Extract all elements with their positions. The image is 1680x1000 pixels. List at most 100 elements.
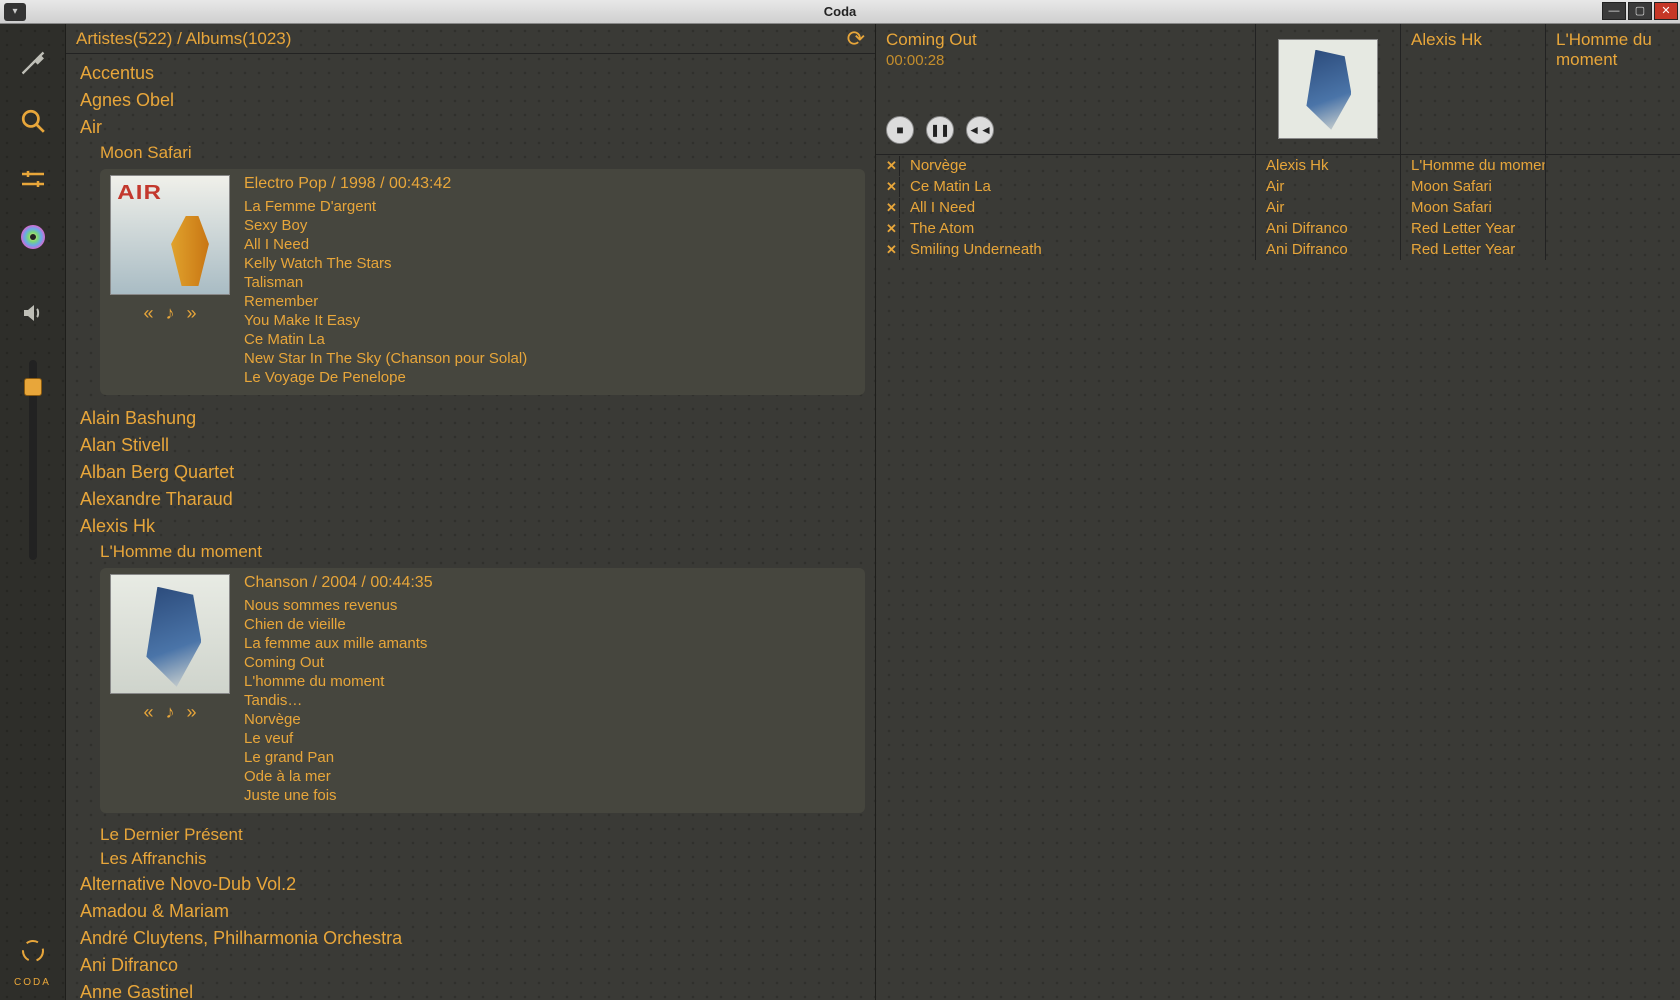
library-breadcrumb[interactable]: Artistes(522) / Albums(1023) xyxy=(76,29,291,49)
queue-remove-icon[interactable]: ✕ xyxy=(876,219,900,239)
queue-title: All I Need xyxy=(900,197,1256,218)
prev-icon[interactable]: « xyxy=(143,303,153,324)
queue-row[interactable]: ✕Ce Matin LaAirMoon Safari xyxy=(876,176,1680,197)
now-playing-title: Coming Out xyxy=(886,30,1245,50)
search-icon[interactable] xyxy=(16,104,50,138)
artist-row[interactable]: Alban Berg Quartet xyxy=(72,459,875,486)
artist-row[interactable]: Alternative Novo-Dub Vol.2 xyxy=(72,871,875,898)
minimize-button[interactable]: — xyxy=(1602,2,1626,20)
album-meta: Chanson / 2004 / 00:44:35 xyxy=(244,574,855,592)
equalizer-icon[interactable] xyxy=(16,162,50,196)
player-pane: Coming Out 00:00:28 ■ ❚❚ ◄◄ Alexis Hk L'… xyxy=(876,24,1680,1000)
album-card: « ♪ » Chanson / 2004 / 00:44:35 Nous sommes … xyxy=(100,568,865,813)
track-row[interactable]: Norvège xyxy=(244,710,855,729)
queue-title: Ce Matin La xyxy=(900,176,1256,197)
artist-row[interactable]: Alan Stivell xyxy=(72,432,875,459)
track-row[interactable]: Sexy Boy xyxy=(244,216,855,235)
track-row[interactable]: La femme aux mille amants xyxy=(244,634,855,653)
play-icon[interactable]: ♪ xyxy=(166,303,175,324)
track-row[interactable]: Remember xyxy=(244,292,855,311)
queue-artist: Ani Difranco xyxy=(1256,218,1401,239)
artist-row[interactable]: André Cluytens, Philharmonia Orchestra xyxy=(72,925,875,952)
track-row[interactable]: Juste une fois xyxy=(244,786,855,805)
play-icon[interactable]: ♪ xyxy=(166,702,175,723)
artist-row[interactable]: Agnes Obel xyxy=(72,87,875,114)
track-row[interactable]: Talisman xyxy=(244,273,855,292)
album-title[interactable]: Moon Safari xyxy=(72,141,875,165)
settings-icon[interactable] xyxy=(16,46,50,80)
library-scroll[interactable]: AccentusAgnes ObelAirMoon Safari « ♪ » Elect… xyxy=(66,54,875,1000)
album-title[interactable]: L'Homme du moment xyxy=(72,540,875,564)
track-row[interactable]: All I Need xyxy=(244,235,855,254)
track-row[interactable]: Ode à la mer xyxy=(244,767,855,786)
album-meta: Electro Pop / 1998 / 00:43:42 xyxy=(244,175,855,193)
disc-icon[interactable] xyxy=(16,220,50,254)
maximize-button[interactable]: ▢ xyxy=(1628,2,1652,20)
prev-button[interactable]: ◄◄ xyxy=(966,116,994,144)
track-row[interactable]: New Star In The Sky (Chanson pour Solal) xyxy=(244,349,855,368)
queue-remove-icon[interactable]: ✕ xyxy=(876,240,900,260)
next-icon[interactable]: » xyxy=(187,702,197,723)
next-icon[interactable]: » xyxy=(187,303,197,324)
queue-remove-icon[interactable]: ✕ xyxy=(876,177,900,197)
queue-album: Red Letter Year xyxy=(1401,218,1546,239)
artist-row[interactable]: Alexis Hk xyxy=(72,513,875,540)
queue-row[interactable]: ✕The AtomAni DifrancoRed Letter Year xyxy=(876,218,1680,239)
pause-button[interactable]: ❚❚ xyxy=(926,116,954,144)
album-card: « ♪ » Electro Pop / 1998 / 00:43:42 La Femme… xyxy=(100,169,865,395)
track-row[interactable]: La Femme D'argent xyxy=(244,197,855,216)
refresh-icon[interactable]: ⟳ xyxy=(847,26,865,52)
queue-title: Smiling Underneath xyxy=(900,239,1256,260)
track-row[interactable]: Kelly Watch The Stars xyxy=(244,254,855,273)
volume-slider[interactable] xyxy=(29,360,37,560)
now-playing-time: 00:00:28 xyxy=(886,52,1245,69)
speaker-icon[interactable] xyxy=(16,296,50,330)
queue-remove-icon[interactable]: ✕ xyxy=(876,198,900,218)
artist-row[interactable]: Ani Difranco xyxy=(72,952,875,979)
album-title[interactable]: Le Dernier Présent xyxy=(72,823,875,847)
window-title: Coda xyxy=(0,4,1680,19)
track-row[interactable]: Le veuf xyxy=(244,729,855,748)
close-button[interactable]: ✕ xyxy=(1654,2,1678,20)
track-row[interactable]: Coming Out xyxy=(244,653,855,672)
album-cover xyxy=(110,574,230,694)
track-row[interactable]: L'homme du moment xyxy=(244,672,855,691)
window-titlebar: ▾ Coda — ▢ ✕ xyxy=(0,0,1680,24)
artist-row[interactable]: Amadou & Mariam xyxy=(72,898,875,925)
artist-row[interactable]: Accentus xyxy=(72,60,875,87)
artist-row[interactable]: Anne Gastinel xyxy=(72,979,875,1000)
track-row[interactable]: Tandis… xyxy=(244,691,855,710)
app-logo-text: CODA xyxy=(14,977,51,988)
queue-row[interactable]: ✕NorvègeAlexis HkL'Homme du moment xyxy=(876,155,1680,176)
artist-row[interactable]: Air xyxy=(72,114,875,141)
artist-row[interactable]: Alain Bashung xyxy=(72,405,875,432)
queue-artist: Ani Difranco xyxy=(1256,239,1401,260)
queue-remove-icon[interactable]: ✕ xyxy=(876,156,900,176)
track-row[interactable]: Chien de vieille xyxy=(244,615,855,634)
track-row[interactable]: You Make It Easy xyxy=(244,311,855,330)
queue-row[interactable]: ✕Smiling UnderneathAni DifrancoRed Lette… xyxy=(876,239,1680,260)
queue-title: Norvège xyxy=(900,155,1256,176)
library-pane: Artistes(522) / Albums(1023) ⟳ AccentusA… xyxy=(66,24,876,1000)
queue-row[interactable]: ✕All I NeedAirMoon Safari xyxy=(876,197,1680,218)
track-row[interactable]: Le grand Pan xyxy=(244,748,855,767)
sidebar: CODA xyxy=(0,24,66,1000)
queue-album: L'Homme du moment xyxy=(1401,155,1546,176)
queue-album: Moon Safari xyxy=(1401,176,1546,197)
queue-album: Red Letter Year xyxy=(1401,239,1546,260)
track-row[interactable]: Le Voyage De Penelope xyxy=(244,368,855,387)
queue-artist: Air xyxy=(1256,197,1401,218)
album-cover xyxy=(110,175,230,295)
prev-icon[interactable]: « xyxy=(143,702,153,723)
queue-artist: Air xyxy=(1256,176,1401,197)
track-row[interactable]: Ce Matin La xyxy=(244,330,855,349)
track-row[interactable]: Nous sommes revenus xyxy=(244,596,855,615)
artist-row[interactable]: Alexandre Tharaud xyxy=(72,486,875,513)
stop-button[interactable]: ■ xyxy=(886,116,914,144)
now-playing-cover xyxy=(1278,39,1378,139)
volume-thumb[interactable] xyxy=(24,378,42,396)
queue-list: ✕NorvègeAlexis HkL'Homme du moment✕Ce Ma… xyxy=(876,155,1680,1000)
now-playing-artist: Alexis Hk xyxy=(1411,30,1535,50)
queue-album: Moon Safari xyxy=(1401,197,1546,218)
album-title[interactable]: Les Affranchis xyxy=(72,847,875,871)
